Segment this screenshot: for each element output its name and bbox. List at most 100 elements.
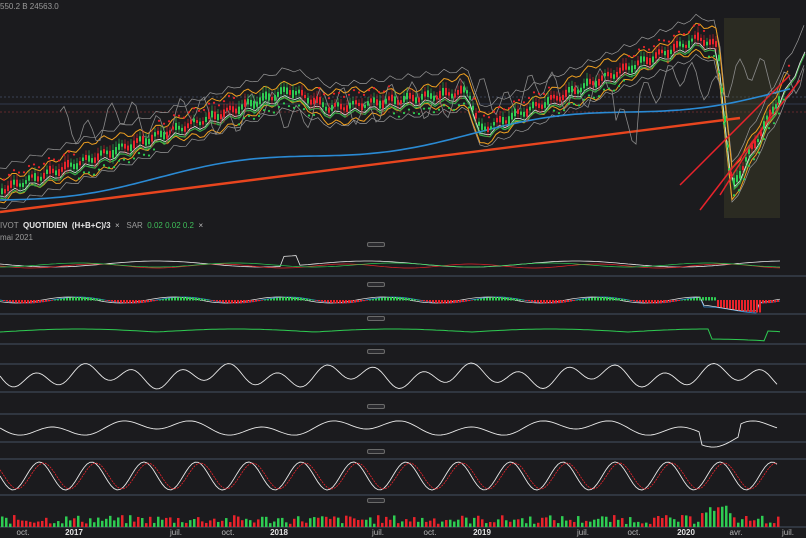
macd-histogram-bar xyxy=(318,300,320,302)
sar-dot xyxy=(562,109,566,112)
sar-dot xyxy=(587,94,591,97)
candle xyxy=(766,115,768,120)
macd-histogram-bar xyxy=(108,300,110,302)
volume-bar xyxy=(541,517,544,527)
macd-histogram-bar xyxy=(348,300,350,304)
candle xyxy=(682,43,684,48)
volume-bar xyxy=(129,515,132,527)
sar-dot xyxy=(267,109,271,113)
candle xyxy=(37,176,39,182)
panel-resize-handle[interactable] xyxy=(367,404,385,409)
macd-histogram-bar xyxy=(324,300,326,303)
sar-dot xyxy=(322,93,326,96)
sar-dot xyxy=(612,89,616,92)
panel-resize-handle[interactable] xyxy=(367,242,385,247)
sar-dot xyxy=(237,123,241,126)
x-tick-label: juil. xyxy=(781,528,795,537)
sar-dot xyxy=(292,106,296,109)
macd-histogram-bar xyxy=(273,298,275,301)
sar-dot xyxy=(422,107,426,110)
ema-short-line xyxy=(0,44,806,200)
candle xyxy=(337,102,339,107)
macd-histogram-bar xyxy=(567,300,569,303)
macd-histogram-bar xyxy=(366,300,368,301)
macd-histogram-bar xyxy=(573,300,575,302)
macd-histogram-bar xyxy=(114,300,116,303)
macd-histogram-bar xyxy=(468,300,470,302)
sar-dot xyxy=(597,95,601,98)
macd-histogram-bar xyxy=(132,300,134,304)
candle xyxy=(310,99,312,105)
macd-histogram-bar xyxy=(744,300,746,312)
macd-histogram-bar xyxy=(399,297,401,301)
candle xyxy=(691,38,693,42)
candle xyxy=(106,150,108,155)
candle xyxy=(244,99,246,107)
sar-dot xyxy=(687,31,691,34)
panel-resize-handle[interactable] xyxy=(367,349,385,354)
sar-dot xyxy=(582,98,586,101)
volume-bar xyxy=(733,517,736,527)
candle xyxy=(151,134,153,142)
sar-dot xyxy=(467,106,471,109)
candle xyxy=(235,108,237,114)
volume-bar xyxy=(265,516,268,527)
sar-dot xyxy=(602,88,606,91)
candle xyxy=(472,105,474,111)
candle xyxy=(202,121,204,125)
volume-bar xyxy=(189,520,192,527)
candle xyxy=(196,120,198,124)
volume-bar xyxy=(601,516,604,527)
sar-dot xyxy=(92,173,96,176)
candle xyxy=(67,159,69,168)
volume-bar xyxy=(297,516,300,527)
candle xyxy=(460,85,462,94)
panel-resize-handle[interactable] xyxy=(367,316,385,321)
sar-dot xyxy=(337,91,341,95)
candle xyxy=(298,89,300,94)
macd-histogram-bar xyxy=(699,297,701,301)
macd-histogram-bar xyxy=(603,297,605,301)
panel-resize-handle[interactable] xyxy=(367,498,385,503)
macd-histogram-bar xyxy=(432,300,434,303)
volume-bar xyxy=(513,519,516,527)
macd-histogram-bar xyxy=(57,299,59,301)
macd-histogram-bar xyxy=(186,297,188,301)
macd-histogram-bar xyxy=(396,297,398,301)
volume-bar xyxy=(777,516,780,527)
candle xyxy=(265,91,267,100)
volume-bar xyxy=(141,518,144,527)
sar-dot xyxy=(82,171,86,174)
sar-dot xyxy=(527,96,531,100)
candle xyxy=(676,41,678,48)
macd-histogram-bar xyxy=(309,299,311,301)
candle xyxy=(328,107,330,113)
sar-dot xyxy=(412,111,416,115)
macd-histogram-bar xyxy=(150,300,152,302)
volume-bar xyxy=(101,520,104,527)
macd-histogram-bar xyxy=(480,298,482,301)
candle xyxy=(622,63,624,71)
sar-dot xyxy=(502,108,506,111)
volume-bar xyxy=(345,515,348,527)
volume-bar xyxy=(553,520,556,527)
volume-bar xyxy=(441,521,444,527)
candle xyxy=(580,87,582,92)
panel-resize-handle[interactable] xyxy=(367,449,385,454)
volume-bar xyxy=(469,523,472,527)
candle xyxy=(130,144,132,152)
candle xyxy=(64,161,66,170)
macd-histogram-bar xyxy=(3,300,5,302)
macd-histogram-bar xyxy=(465,300,467,302)
candle xyxy=(373,97,375,103)
sar-dot xyxy=(152,148,156,151)
volume-bar xyxy=(37,521,40,527)
sar-dot xyxy=(672,34,676,37)
sar-dot xyxy=(427,107,431,110)
volume-bar xyxy=(177,517,180,527)
x-tick-label: avr. xyxy=(729,528,743,537)
candle xyxy=(25,180,27,184)
volume-bar xyxy=(157,516,160,527)
volume-bar xyxy=(301,521,304,527)
panel-resize-handle[interactable] xyxy=(367,282,385,287)
